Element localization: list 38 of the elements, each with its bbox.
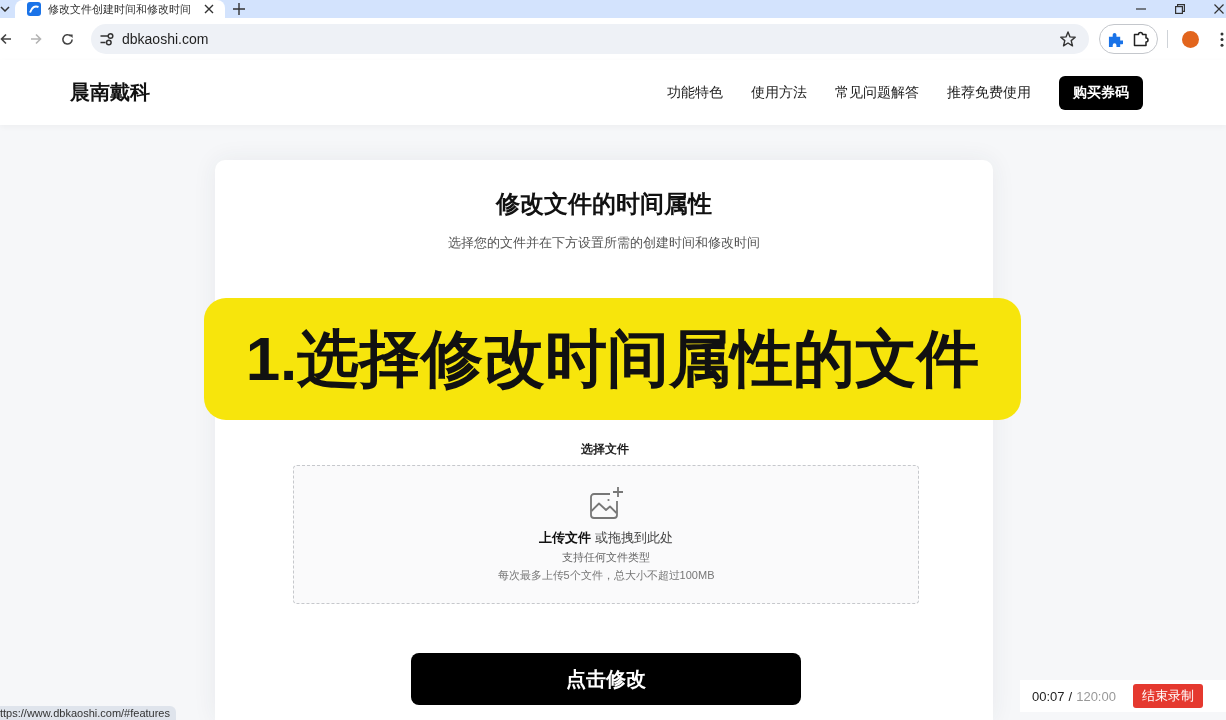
card-title: 修改文件的时间属性 — [494, 189, 713, 219]
buy-code-button[interactable]: 购买券码 — [1059, 75, 1143, 110]
close-tab-icon[interactable] — [204, 4, 214, 14]
accepted-types-note: 支持任何文件类型 — [562, 550, 650, 565]
site-settings-icon[interactable] — [100, 32, 114, 46]
card-subtitle: 选择您的文件并在下方设置所需的创建时间和修改时间 — [447, 234, 761, 252]
tab-search-icon[interactable] — [0, 6, 10, 12]
elapsed-time: 00:07 — [1032, 688, 1065, 704]
nav-link[interactable]: 推荐免费使用 — [947, 83, 1031, 102]
add-image-icon — [589, 486, 623, 520]
back-icon[interactable] — [0, 33, 12, 45]
upload-limits-note: 每次最多上传5个文件，总大小不超过100MB — [497, 568, 715, 583]
close-window-icon[interactable] — [1214, 4, 1224, 14]
apply-changes-button[interactable]: 点击修改 — [411, 653, 801, 705]
restore-icon[interactable] — [1175, 4, 1185, 14]
nav-link[interactable]: 功能特色 — [667, 83, 723, 102]
drop-hint: 或拖拽到此处 — [595, 529, 673, 547]
reload-icon[interactable] — [61, 32, 74, 46]
upload-file-link[interactable]: 上传文件 — [539, 528, 591, 548]
time-separator: / — [1068, 688, 1073, 704]
extensions-icon[interactable] — [1133, 31, 1149, 47]
puzzle-piece-icon[interactable] — [1108, 31, 1123, 47]
upload-dropzone[interactable]: 上传文件 或拖拽到此处 支持任何文件类型 每次最多上传5个文件，总大小不超过100MB — [293, 465, 919, 604]
profile-avatar-icon[interactable] — [1182, 30, 1199, 48]
browser-tab[interactable]: 修改文件创建时间和修改时间 — [15, 0, 225, 18]
bookmark-star-icon[interactable] — [1060, 31, 1076, 47]
menu-icon[interactable] — [1220, 31, 1224, 47]
stop-recording-button[interactable]: 结束录制 — [1133, 684, 1203, 708]
nav-link[interactable]: 使用方法 — [751, 83, 807, 102]
site-logo-icon — [27, 2, 41, 16]
nav-link[interactable]: 常见问题解答 — [835, 83, 919, 102]
video-caption: 1.选择修改时间属性的文件 — [204, 298, 1021, 420]
new-tab-icon[interactable] — [233, 3, 245, 15]
site-logo: 晨南戴科 — [70, 80, 150, 105]
link-url-status: ttps://www.dbkaoshi.com/#features — [0, 706, 176, 720]
time-limit: 120:00 — [1076, 688, 1116, 704]
address-field[interactable]: dbkaoshi.com — [91, 24, 1089, 54]
file-section-label: 选择文件 — [580, 441, 630, 457]
